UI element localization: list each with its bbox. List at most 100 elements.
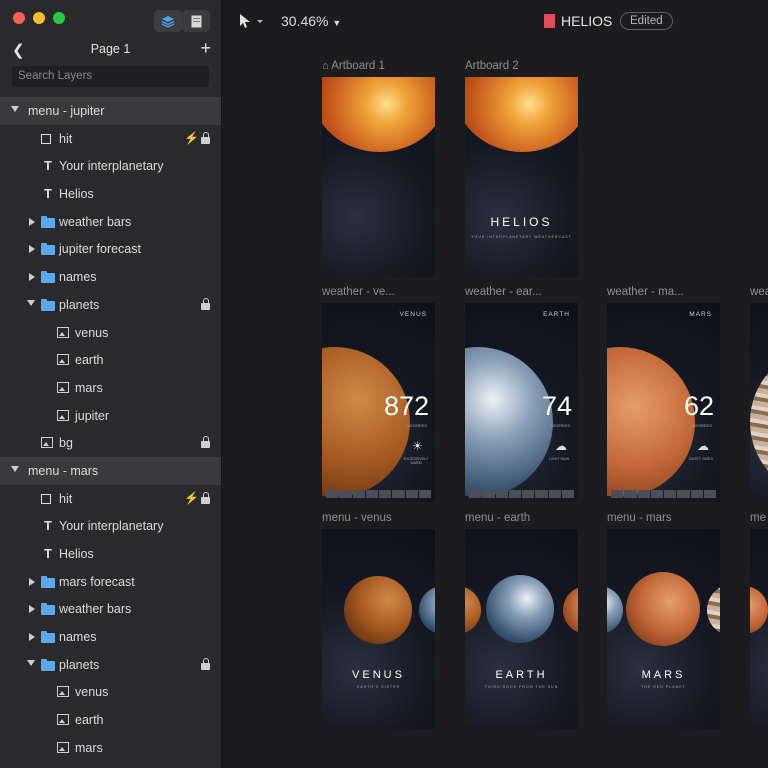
- close-window-button[interactable]: [13, 12, 25, 24]
- artboard-1[interactable]: [322, 77, 435, 277]
- layer-group-row[interactable]: menu - mars: [0, 456, 221, 485]
- artboard-menu-venus[interactable]: VENUS EARTH'S SISTER: [322, 529, 435, 729]
- disclosure-triangle-icon[interactable]: [29, 217, 35, 226]
- layer-row[interactable]: weather bars: [0, 208, 221, 236]
- components-view-toggle[interactable]: [182, 10, 210, 32]
- artboard-label[interactable]: ⌂ Artboard 1: [322, 60, 385, 72]
- artboard-weather-venus[interactable]: VENUS 872 DEGREES ☀ EXCESSIVELY WARM: [322, 303, 435, 502]
- planet-subtitle: THIRD ROCK FROM THE SUN: [484, 685, 559, 689]
- disclosure-triangle-icon[interactable]: [29, 245, 35, 254]
- canvas-toolbar: 30.46% ▼ HELIOS Edited: [222, 0, 768, 42]
- image-icon: [41, 437, 53, 449]
- artboard-weather-earth[interactable]: EARTH 74 DEGREES ☁ LIGHT RAIN: [465, 303, 578, 502]
- select-tool-icon[interactable]: [238, 13, 266, 29]
- lock-icon[interactable]: [201, 657, 211, 671]
- artboard-label[interactable]: menu - venus: [322, 512, 392, 524]
- disclosure-triangle-icon[interactable]: [11, 106, 19, 112]
- layer-name: names: [59, 270, 97, 285]
- planet-name: EARTH: [495, 669, 548, 681]
- disclosure-triangle-icon[interactable]: [27, 299, 35, 306]
- layer-row[interactable]: earth: [0, 346, 221, 374]
- search-layers-input[interactable]: Search Layers: [12, 66, 209, 87]
- mars-image: [750, 586, 768, 634]
- layer-row[interactable]: planets: [0, 291, 221, 319]
- layer-row[interactable]: planets: [0, 651, 221, 679]
- lock-icon[interactable]: [201, 297, 211, 311]
- layer-name: mars: [75, 380, 103, 395]
- disclosure-triangle-icon[interactable]: [29, 273, 35, 282]
- folder-icon: [41, 215, 55, 229]
- jupiter-image: [707, 584, 720, 636]
- layer-row[interactable]: weather bars: [0, 595, 221, 623]
- layer-row[interactable]: venus: [0, 678, 221, 706]
- weather-bars: [326, 490, 431, 498]
- layer-row[interactable]: hit ⚡: [0, 485, 221, 513]
- artboard-weather-mars[interactable]: MARS 62 DEGREES ☁ DUSTY SKIES: [607, 303, 720, 502]
- venus-image: [465, 586, 481, 634]
- artboard-label[interactable]: me: [750, 512, 766, 524]
- artboard-menu-jupiter[interactable]: [750, 529, 768, 729]
- zoom-level[interactable]: 30.46% ▼: [281, 13, 341, 29]
- artboard-menu-mars[interactable]: MARS THE RED PLANET: [607, 529, 720, 729]
- layers-view-toggle[interactable]: [154, 10, 182, 32]
- disclosure-triangle-icon[interactable]: [29, 577, 35, 586]
- artboard-label[interactable]: weather - ma...: [607, 286, 684, 298]
- rectangle-icon: [41, 133, 51, 144]
- lock-icon[interactable]: [201, 131, 211, 145]
- minimize-window-button[interactable]: [33, 12, 45, 24]
- layer-row[interactable]: mars forecast: [0, 568, 221, 596]
- layer-row[interactable]: bg: [0, 429, 221, 457]
- layer-name: Your interplanetary: [59, 159, 164, 174]
- layer-name: venus: [75, 325, 109, 340]
- temperature-unit: DEGREES: [407, 423, 427, 428]
- hotspot-bolt-icon[interactable]: ⚡: [184, 131, 199, 145]
- layer-row[interactable]: mars: [0, 734, 221, 762]
- layer-row[interactable]: T Helios: [0, 540, 221, 568]
- disclosure-triangle-icon[interactable]: [29, 633, 35, 642]
- layer-group-row[interactable]: menu - jupiter: [0, 97, 221, 125]
- layer-row[interactable]: jupiter: [0, 402, 221, 430]
- zoom-value: 30.46%: [281, 13, 329, 29]
- layer-row[interactable]: T Your interplanetary: [0, 512, 221, 540]
- add-page-button[interactable]: +: [200, 38, 211, 59]
- layer-row[interactable]: T Your interplanetary: [0, 152, 221, 180]
- lock-icon[interactable]: [201, 436, 211, 449]
- weather-bars: [611, 490, 716, 498]
- lock-icon[interactable]: [201, 491, 211, 505]
- edited-status-badge[interactable]: Edited: [620, 12, 673, 30]
- earth-image: [465, 347, 553, 497]
- layer-row[interactable]: jupiter forecast: [0, 235, 221, 263]
- artboard-menu-earth[interactable]: EARTH THIRD ROCK FROM THE SUN: [465, 529, 578, 729]
- hotspot-bolt-icon[interactable]: ⚡: [184, 491, 199, 505]
- artboard-label[interactable]: weather - ear...: [465, 286, 542, 298]
- document-name: HELIOS: [561, 13, 613, 29]
- artboard-label[interactable]: Artboard 2: [465, 60, 519, 72]
- layer-name: hit: [59, 131, 73, 146]
- canvas[interactable]: 30.46% ▼ HELIOS Edited ⌂ Artboard 1 Artb…: [222, 0, 768, 768]
- layer-row[interactable]: T Helios: [0, 180, 221, 208]
- artboard-label[interactable]: menu - mars: [607, 512, 672, 524]
- layer-row[interactable]: venus: [0, 319, 221, 347]
- disclosure-triangle-icon[interactable]: [27, 659, 35, 666]
- planet-name: VENUS: [399, 311, 427, 318]
- artboard-label[interactable]: wea: [750, 286, 768, 298]
- helios-subtitle: YOUR INTERPLANETARY WEATHERCAST: [471, 235, 572, 239]
- sun-image: [322, 77, 435, 152]
- disclosure-triangle-icon[interactable]: [11, 465, 19, 472]
- maximize-window-button[interactable]: [53, 12, 65, 24]
- rain-cloud-icon: ☁: [555, 439, 567, 453]
- artboard-label[interactable]: menu - earth: [465, 512, 530, 524]
- artboard-weather-jupiter[interactable]: [750, 303, 768, 502]
- disclosure-triangle-icon[interactable]: [29, 605, 35, 614]
- image-icon: [57, 354, 69, 366]
- folder-icon: [41, 242, 55, 256]
- layer-row[interactable]: earth: [0, 706, 221, 734]
- layer-row[interactable]: mars: [0, 374, 221, 402]
- artboard-label[interactable]: weather - ve...: [322, 286, 395, 298]
- layer-row[interactable]: hit ⚡: [0, 125, 221, 153]
- artboard-2[interactable]: HELIOS YOUR INTERPLANETARY WEATHERCAST: [465, 77, 578, 277]
- page-title[interactable]: Page 1: [0, 42, 221, 56]
- layer-row[interactable]: names: [0, 263, 221, 291]
- layer-row[interactable]: names: [0, 623, 221, 651]
- text-icon: T: [44, 518, 52, 534]
